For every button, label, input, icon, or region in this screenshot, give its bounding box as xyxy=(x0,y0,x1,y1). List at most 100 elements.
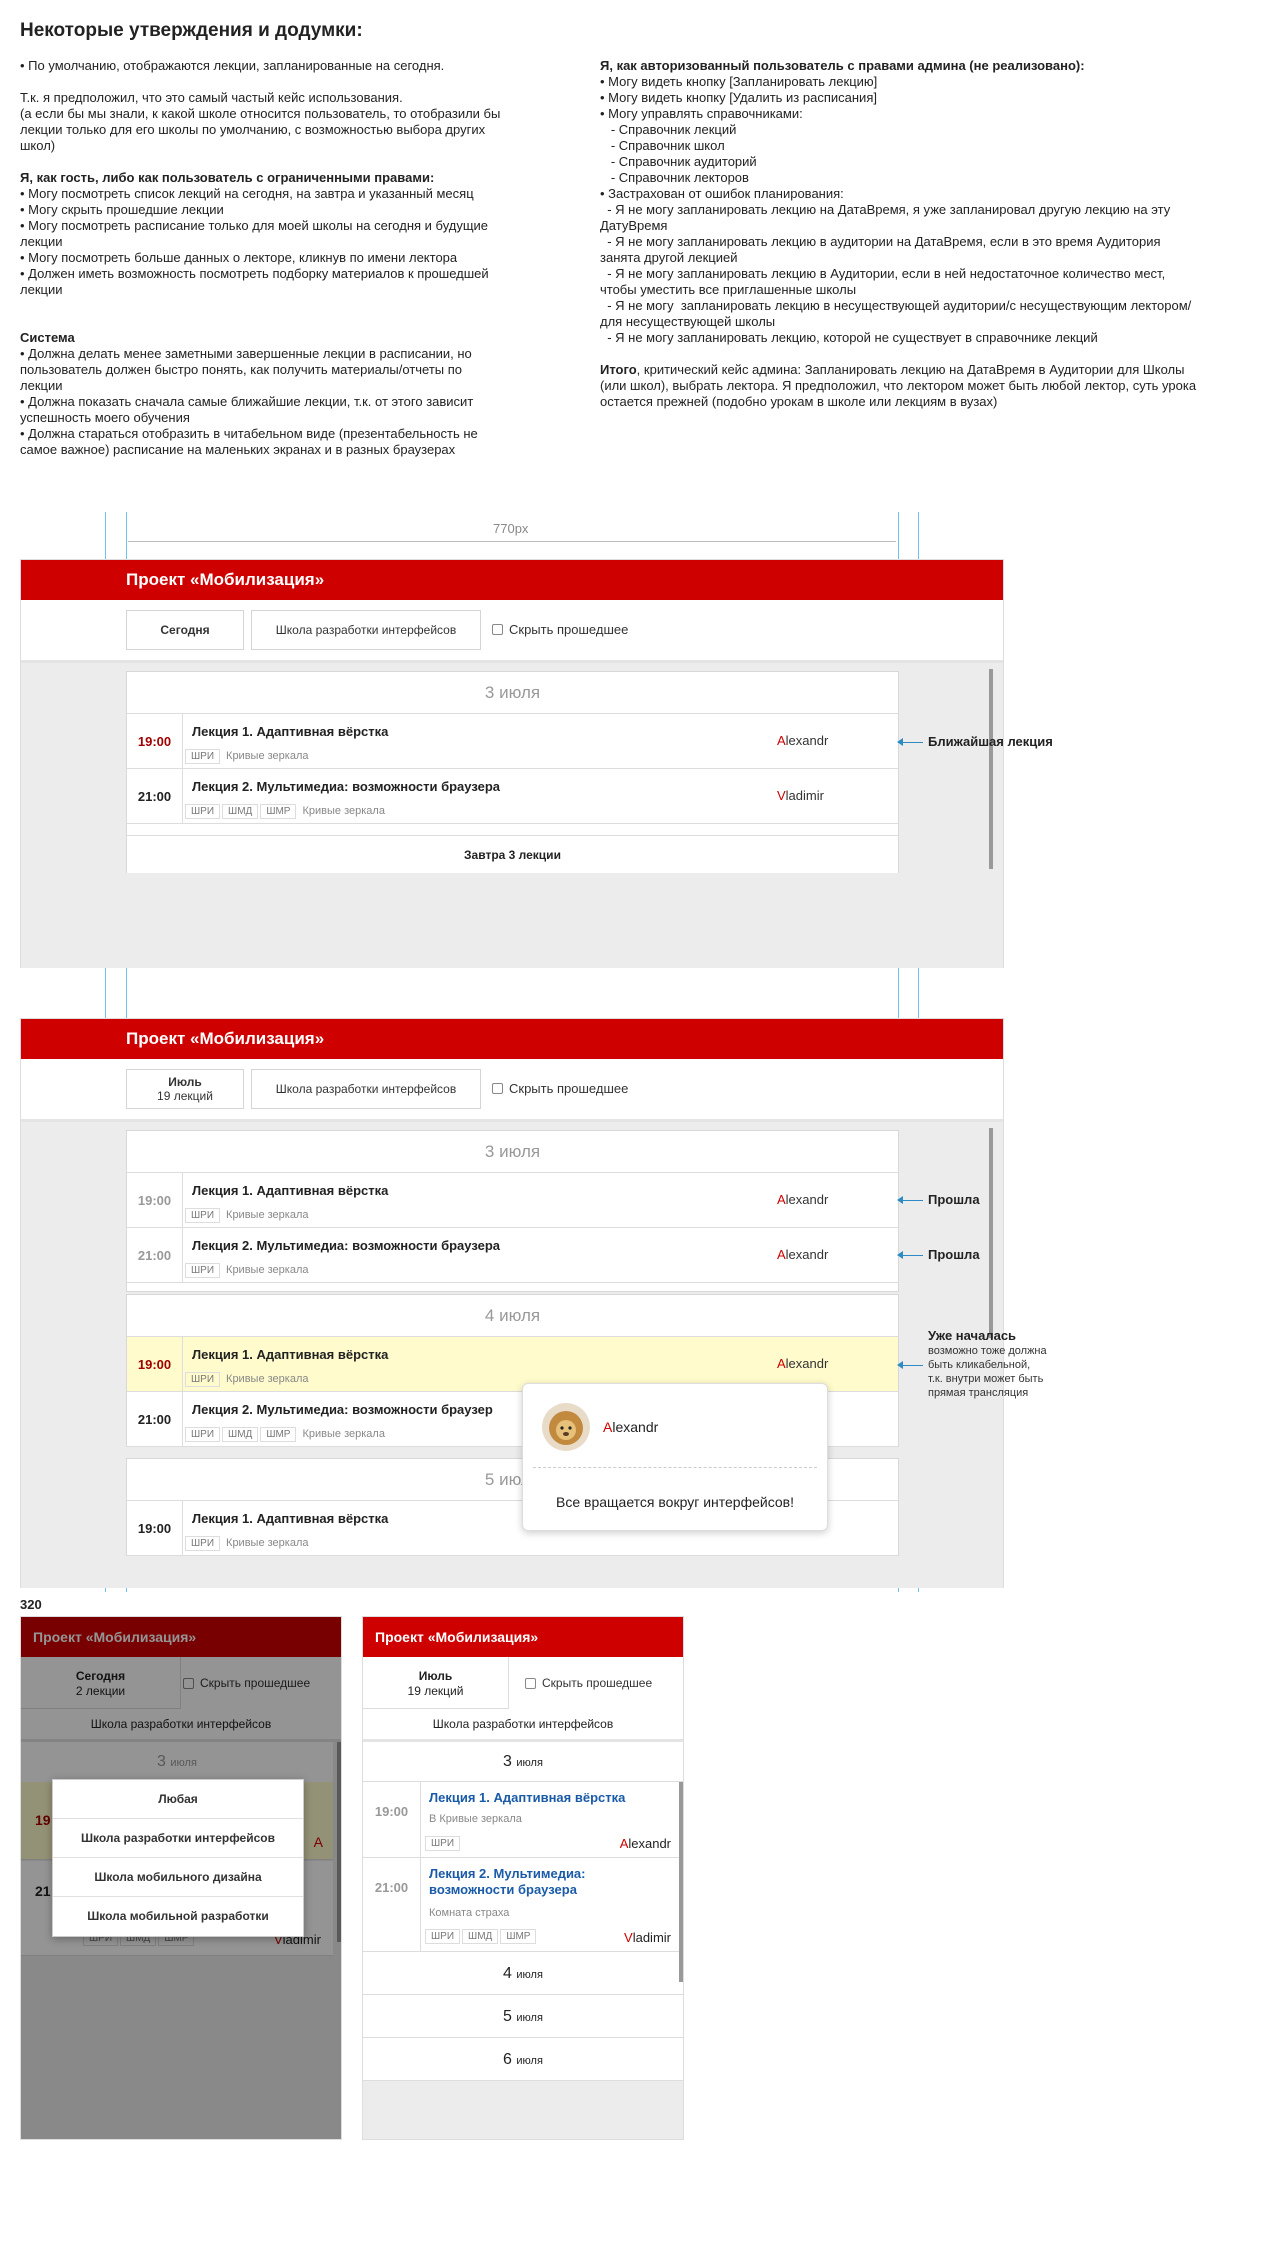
note-paragraph: Я, как авторизованный пользователь с пра… xyxy=(600,58,1192,345)
day-header[interactable]: 4 июля xyxy=(363,1952,683,1995)
scrollbar[interactable] xyxy=(679,1782,683,1982)
tomorrow-button[interactable]: Завтра 3 лекции xyxy=(127,835,898,873)
lecture-place: Кривые зеркала xyxy=(302,1428,385,1440)
school-tag: ШРИ xyxy=(185,1427,221,1442)
lecture-place: В Кривые зеркала xyxy=(429,1813,522,1825)
lecture-tags: ШРИ Кривые зеркала xyxy=(185,1208,309,1223)
checkbox-icon[interactable] xyxy=(525,1677,536,1689)
lecturer-link[interactable]: Alexandr xyxy=(777,1192,828,1207)
lecturer-link[interactable]: Vladimir xyxy=(777,788,824,803)
lecture-title[interactable]: Лекция 1. Адаптивная вёрстка xyxy=(192,724,388,739)
lecture-place: Кривые зеркала xyxy=(226,1537,309,1549)
annotation-nearest: Ближайшая лекция xyxy=(928,734,1053,749)
checkbox-icon[interactable] xyxy=(492,624,503,635)
arrow-icon xyxy=(897,1361,923,1369)
mobile-width-label: 320 xyxy=(20,1597,42,1612)
arrow-icon xyxy=(897,738,923,746)
toolbar: Сегодня Школа разработки интерфейсов Скр… xyxy=(21,600,1003,663)
menu-item-mobile-dev[interactable]: Школа мобильной разработки xyxy=(53,1897,303,1936)
lecture-time: 21:00 xyxy=(127,1228,183,1282)
lecture-place: Комната страха xyxy=(429,1907,510,1919)
notes-title: Некоторые утверждения и додумки: xyxy=(20,20,363,41)
month-label: Июль xyxy=(168,1075,202,1089)
mobile-mockup-month: Проект «Мобилизация» Июль 19 лекций Скрыт… xyxy=(362,1616,684,2140)
hide-past-label: Скрыть прошедшее xyxy=(509,1081,629,1096)
lecture-title[interactable]: Лекция 1. Адаптивная вёрстка xyxy=(192,1183,388,1198)
school-tag: ШРИ xyxy=(185,1208,221,1223)
lecture-title[interactable]: Лекция 1. Адаптивная вёрстка xyxy=(192,1511,388,1526)
school-select[interactable]: Школа разработки интерфейсов xyxy=(363,1709,683,1742)
school-tag: ШРИ xyxy=(185,1263,221,1278)
scrollbar[interactable] xyxy=(989,669,993,869)
lecture-time: 19:00 xyxy=(127,1337,183,1391)
scrollbar[interactable] xyxy=(989,1128,993,1338)
annotation-started-note: возможно тоже должна быть кликабельной, т.… xyxy=(928,1345,1047,1399)
lecture-place: Кривые зеркала xyxy=(302,805,385,817)
annotation-started: Уже началась xyxy=(928,1328,1017,1343)
hide-past-checkbox[interactable]: Скрыть прошедшее xyxy=(525,1676,652,1690)
menu-item-mobile-design[interactable]: Школа мобильного дизайна xyxy=(53,1858,303,1897)
lecture-tags: ШРИ Кривые зеркала xyxy=(185,1536,309,1551)
month-button[interactable]: Июль 19 лекций xyxy=(126,1069,244,1109)
lecture-title[interactable]: Лекция 2. Мультимедиа: возможности брауз… xyxy=(192,1238,500,1253)
day-header[interactable]: 5 июля xyxy=(363,1995,683,2038)
lecture-row[interactable]: 21:00 Лекция 2. Мультимедиа: возможности… xyxy=(127,769,898,824)
school-tag: ШРИ xyxy=(185,804,221,819)
lecture-row-past[interactable]: 19:00 Лекция 1. Адаптивная вёрстка В Кри… xyxy=(363,1782,683,1858)
school-menu: Любая Школа разработки интерфейсов Школа… xyxy=(52,1779,304,1937)
desktop-mockup-month: Проект «Мобилизация» Июль 19 лекций Школа… xyxy=(20,1018,1004,1588)
lecture-time: 19:00 xyxy=(127,1501,183,1555)
school-tag: ШМД xyxy=(222,804,259,819)
lecture-time: 19:00 xyxy=(127,714,183,768)
lecture-row-past[interactable]: 21:00 Лекция 2. Мультимедиа: возможности … xyxy=(363,1858,683,1952)
lecturer-avatar xyxy=(542,1403,590,1451)
lecture-title[interactable]: Лекция 1. Адаптивная вёрстка xyxy=(429,1790,625,1805)
hide-past-checkbox[interactable]: Скрыть прошедшее xyxy=(492,622,628,637)
school-select[interactable]: Школа разработки интерфейсов xyxy=(251,610,481,650)
lecture-row[interactable]: 19:00 Лекция 1. Адаптивная вёрстка ШРИ Кр… xyxy=(127,714,898,769)
popup-lecturer-name[interactable]: Alexandr xyxy=(603,1419,658,1435)
day-header[interactable]: 6 июля xyxy=(363,2038,683,2081)
lecturer-popup: Alexandr Все вращается вокруг интерфейсо… xyxy=(522,1383,828,1531)
month-button[interactable]: Июль 19 лекций xyxy=(363,1657,509,1709)
day-header: 3 июля xyxy=(363,1742,683,1782)
school-tag: ШМР xyxy=(260,804,297,819)
menu-item-interfaces[interactable]: Школа разработки интерфейсов xyxy=(53,1819,303,1858)
notes-left-column: • По умолчанию, отображаются лекции, зап… xyxy=(20,58,560,474)
hide-past-checkbox[interactable]: Скрыть прошедшее xyxy=(492,1081,628,1096)
popup-description: Все вращается вокруг интерфейсов! xyxy=(556,1494,794,1510)
lecture-title[interactable]: Лекция 2. Мультимедиа: возможности браузе… xyxy=(429,1866,586,1898)
lecture-tags: ШРИ ШМД ШМР Кривые зеркала xyxy=(185,1427,385,1442)
lecturer-link[interactable]: Alexandr xyxy=(777,733,828,748)
toolbar: Июль 19 лекций Школа разработки интерфейс… xyxy=(21,1059,1003,1122)
lecture-row-past[interactable]: 19:00 Лекция 1. Адаптивная вёрстка ШРИ Кр… xyxy=(127,1173,898,1228)
annotation-past: Прошла xyxy=(928,1247,980,1262)
schedule-area: 3 июля 19:00 Лекция 1. Адаптивная вёрстк… xyxy=(21,663,1003,968)
menu-item-any[interactable]: Любая xyxy=(53,1780,303,1819)
lecture-title[interactable]: Лекция 1. Адаптивная вёрстка xyxy=(192,1347,388,1362)
lecturer-link[interactable]: Vladimir xyxy=(624,1930,671,1945)
hide-past-label: Скрыть прошедшее xyxy=(509,622,629,637)
school-select[interactable]: Школа разработки интерфейсов xyxy=(251,1069,481,1109)
lecturer-link[interactable]: Alexandr xyxy=(620,1836,671,1851)
desktop-mockup-today: Проект «Мобилизация» Сегодня Школа разра… xyxy=(20,559,1004,968)
app-header: Проект «Мобилизация» xyxy=(21,1019,1003,1059)
school-tag: ШМД xyxy=(222,1427,259,1442)
lecture-row-past[interactable]: 21:00 Лекция 2. Мультимедиа: возможности… xyxy=(127,1228,898,1283)
lecture-title[interactable]: Лекция 2. Мультимедиа: возможности брауз… xyxy=(192,779,500,794)
day-header: 4 июля xyxy=(127,1295,898,1337)
today-button[interactable]: Сегодня xyxy=(126,610,244,650)
lecture-tags: ШРИ Кривые зеркала xyxy=(185,749,309,764)
lecture-place: Кривые зеркала xyxy=(226,1264,309,1276)
schedule-area: 3 июля 19:00 Лекция 1. Адаптивная вёрстк… xyxy=(21,1122,1003,1588)
arrow-icon xyxy=(897,1196,923,1204)
month-count: 19 лекций xyxy=(157,1089,213,1103)
school-tag: ШРИ xyxy=(185,1536,221,1551)
lecture-tags: ШРИ Кривые зеркала xyxy=(185,1372,309,1387)
checkbox-icon[interactable] xyxy=(492,1083,503,1094)
lecturer-link[interactable]: Alexandr xyxy=(777,1247,828,1262)
lecture-place: Кривые зеркала xyxy=(226,750,309,762)
lecturer-link[interactable]: Alexandr xyxy=(777,1356,828,1371)
popup-divider xyxy=(533,1467,817,1468)
lecture-title[interactable]: Лекция 2. Мультимедиа: возможности брауз… xyxy=(192,1402,493,1417)
